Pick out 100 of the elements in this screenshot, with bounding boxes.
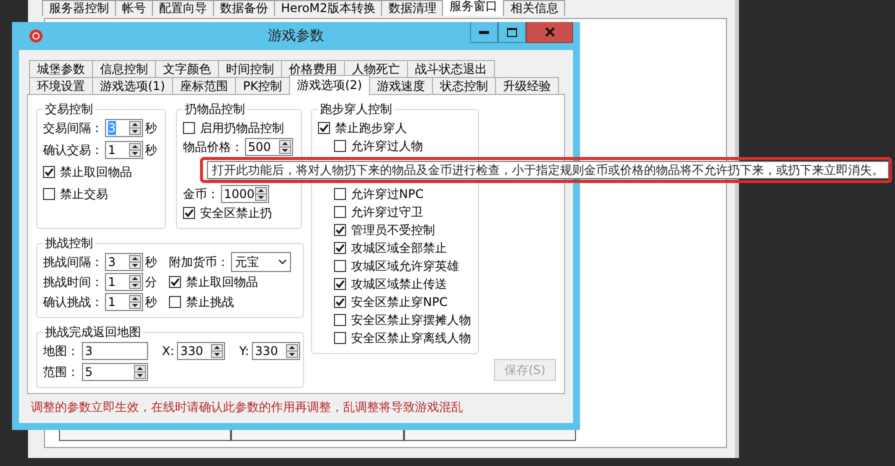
checkbox[interactable]	[334, 332, 346, 344]
checkbox[interactable]	[43, 166, 55, 178]
checkbox-label: 允许穿过守卫	[351, 204, 423, 220]
checkbox[interactable]	[334, 206, 346, 218]
checkbox-label: 允许穿过人物	[351, 138, 423, 154]
tab[interactable]: PK控制	[235, 77, 290, 94]
field-label: 交易间隔：	[43, 120, 103, 136]
spinner-icon[interactable]	[286, 344, 298, 358]
checkbox[interactable]	[334, 188, 346, 200]
spin-field[interactable]: 1000	[221, 185, 269, 203]
checkbox-label: 启用扔物品控制	[200, 120, 284, 136]
tab[interactable]: 游戏选项(2)	[289, 75, 370, 95]
checkbox[interactable]	[183, 122, 195, 134]
spin-field[interactable]: 1	[105, 141, 143, 159]
spin-field[interactable]: 500	[245, 138, 293, 156]
tooltip: 打开此功能后，将对人物扔下来的物品及金币进行检查，小于指定规则金币或价格的物品将不允许扔下来，或扔下来立即消失。	[207, 161, 889, 179]
tab[interactable]: 状态控制	[432, 77, 496, 94]
checkbox-label: 攻城区域允许穿英雄	[351, 258, 459, 274]
field-label: 挑战时间：	[43, 274, 103, 290]
tab[interactable]: 服务器控制	[42, 0, 116, 16]
unit-label: 秒	[145, 142, 157, 158]
spin-field[interactable]: 3	[105, 253, 143, 271]
spin-field[interactable]: 5	[82, 363, 148, 381]
field-label: 挑战间隔：	[43, 254, 103, 270]
field-label: 金币：	[183, 186, 219, 202]
field-label: 附加货币：	[169, 254, 229, 270]
unit-label: 秒	[145, 294, 157, 310]
spinner-icon[interactable]	[134, 365, 146, 379]
tab[interactable]: 时间控制	[218, 60, 282, 77]
tab[interactable]: 配置向导	[152, 0, 214, 16]
tab[interactable]: HeroM2版本转换	[274, 0, 382, 16]
checkbox-label: 安全区禁止穿摆摊人物	[351, 312, 471, 328]
checkbox-label: 攻城区域禁止传送	[351, 276, 447, 292]
checkbox[interactable]	[169, 296, 181, 308]
field-label: Y:	[239, 344, 250, 358]
checkbox[interactable]	[334, 140, 346, 152]
spinner-icon[interactable]	[129, 255, 141, 269]
tab[interactable]: 相关信息	[503, 0, 566, 16]
field-label: 物品价格：	[183, 138, 243, 156]
checkbox[interactable]	[318, 122, 330, 134]
spinner-icon[interactable]	[211, 344, 224, 358]
tab[interactable]: 游戏速度	[369, 77, 434, 94]
spinner-icon[interactable]	[279, 140, 291, 154]
checkbox[interactable]	[334, 260, 346, 272]
checkbox[interactable]	[183, 207, 195, 219]
tab[interactable]: 环境设置	[29, 77, 93, 94]
close-icon	[544, 27, 554, 37]
checkbox[interactable]	[334, 242, 346, 254]
tab[interactable]: 数据备份	[213, 0, 275, 16]
unit-label: 秒	[145, 120, 157, 136]
spin-field[interactable]: 1	[105, 273, 143, 291]
currency-dropdown[interactable]: 元宝	[231, 252, 291, 272]
group-title: 扔物品控制	[184, 101, 246, 118]
field-label: 地图：	[43, 342, 79, 360]
checkbox-label: 安全区禁止扔	[200, 204, 272, 222]
spinner-icon[interactable]	[129, 295, 141, 309]
field-label: 确认交易：	[43, 142, 103, 158]
maximize-icon	[507, 28, 517, 36]
field-label: 范围：	[43, 364, 79, 380]
tab[interactable]: 城堡参数	[29, 60, 93, 77]
group-title: 跑步穿人控制	[319, 101, 393, 118]
tab[interactable]: 座标范围	[172, 77, 236, 94]
checkbox-label: 禁止挑战	[186, 294, 234, 310]
tab[interactable]: 升级经验	[495, 77, 560, 94]
minimize-icon	[479, 30, 489, 34]
spinner-icon[interactable]	[129, 275, 141, 289]
tab[interactable]: 帐号	[115, 0, 153, 16]
tab[interactable]: 服务窗口	[442, 0, 504, 16]
tab[interactable]: 战斗状态退出	[407, 60, 495, 77]
spinner-icon[interactable]	[129, 121, 141, 135]
checkbox-label: 禁止取回物品	[186, 274, 258, 290]
spin-field[interactable]: 330	[177, 342, 226, 360]
checkbox[interactable]	[334, 296, 346, 308]
tab[interactable]: 信息控制	[92, 60, 156, 77]
spinner-icon[interactable]	[255, 187, 267, 201]
field-label: X:	[162, 344, 174, 358]
app-icon	[29, 29, 43, 43]
checkbox[interactable]	[169, 276, 181, 288]
checkbox-label: 攻城区域全部禁止	[351, 240, 447, 256]
checkbox[interactable]	[334, 314, 346, 326]
warning-note: 调整的参数立即生效，在线时请确认此参数的作用再调整，乱调整将导致游戏混乱	[30, 399, 464, 416]
input-field[interactable]: 3	[82, 342, 148, 360]
spinner-icon[interactable]	[129, 143, 141, 157]
checkbox[interactable]	[334, 224, 346, 236]
unit-label: 秒	[145, 254, 157, 270]
tab[interactable]: 数据清理	[381, 0, 444, 16]
maximize-button[interactable]	[498, 22, 526, 43]
group-title: 交易控制	[44, 101, 94, 118]
close-button[interactable]	[526, 22, 573, 43]
tab[interactable]: 人物死亡	[344, 60, 408, 77]
checkbox-label: 禁止交易	[60, 186, 108, 202]
minimize-button[interactable]	[470, 22, 498, 43]
tab[interactable]: 游戏选项(1)	[92, 77, 173, 94]
tab[interactable]: 文字颜色	[155, 60, 219, 77]
field-label: 确认挑战：	[43, 294, 103, 310]
window-title: 游戏参数	[268, 28, 324, 44]
checkbox[interactable]	[334, 278, 346, 290]
checkbox[interactable]	[43, 188, 55, 200]
spin-field[interactable]: 1	[105, 293, 143, 311]
spin-field[interactable]: 330	[252, 342, 300, 360]
